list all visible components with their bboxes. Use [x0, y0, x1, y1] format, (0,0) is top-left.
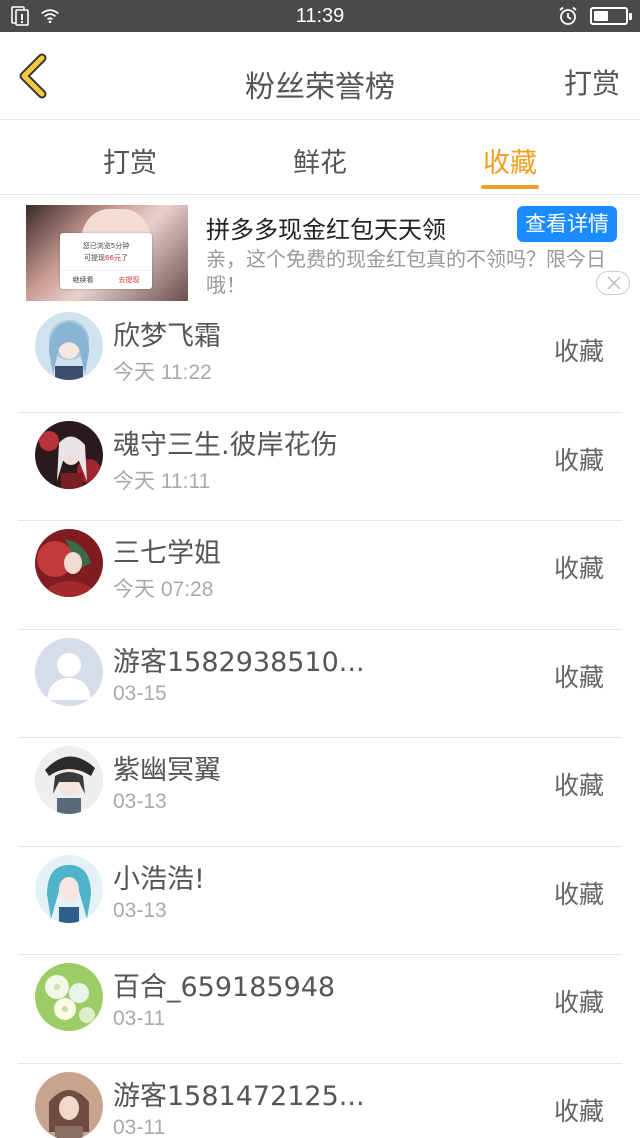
- fan-time: 今天 11:11: [113, 469, 211, 493]
- status-time: 11:39: [295, 5, 345, 27]
- tab-bar: 打赏 鲜花 收藏: [0, 121, 640, 195]
- page-title: 粉丝荣誉榜: [245, 70, 395, 105]
- ad-description: 亲，这个免费的现金红包真的不领吗？限今日哦！: [206, 247, 606, 297]
- avatar-lily-flower[interactable]: [35, 963, 103, 1031]
- header-bar: 粉丝荣誉榜 打赏: [0, 32, 640, 120]
- avatar-anime-dark[interactable]: [35, 746, 103, 814]
- alarm-clock-icon: [559, 6, 577, 25]
- close-icon: [607, 276, 621, 290]
- fan-action-label: 收藏: [553, 771, 604, 800]
- ad-image-withdraw: 去提现: [118, 276, 140, 284]
- fan-row[interactable]: 三七学姐 今天 07:28 收藏: [18, 521, 622, 630]
- fan-row[interactable]: 魂守三生.彼岸花伤 今天 11:11 收藏: [18, 413, 622, 521]
- ad-view-details-button[interactable]: 查看详情: [517, 206, 617, 242]
- ad-image-line1: 您已浏览5分钟: [82, 242, 130, 250]
- active-tab-indicator: [481, 185, 539, 189]
- avatar-anime-cyan[interactable]: [35, 854, 103, 923]
- fan-time: 03-11: [113, 1007, 166, 1030]
- ad-image[interactable]: 您已浏览5分钟 可提现66元了 继续看 去提现: [26, 205, 188, 301]
- fan-time: 今天 07:28: [113, 578, 214, 601]
- ad-headline[interactable]: 拼多多现金红包天天领: [206, 210, 446, 245]
- fan-action-label: 收藏: [553, 445, 604, 475]
- avatar-anime-crimson[interactable]: [35, 529, 103, 597]
- fan-name: 百合_659185948: [113, 972, 336, 1003]
- fan-time: 今天 11:22: [113, 361, 212, 384]
- fan-action-label: 收藏: [553, 554, 604, 583]
- fan-action-label: 收藏: [553, 337, 604, 366]
- ad-close-button[interactable]: [596, 271, 630, 295]
- ad-banner[interactable]: 您已浏览5分钟 可提现66元了 继续看 去提现 拼多多现金红包天天领 查看详情 …: [0, 200, 640, 304]
- avatar-anime-red[interactable]: [35, 420, 103, 489]
- fan-action-label: 收藏: [553, 662, 604, 692]
- tab-reward[interactable]: 打赏: [70, 141, 190, 180]
- fan-time: 03-11: [113, 1115, 166, 1138]
- fan-row[interactable]: 欣梦飞霜 今天 11:22 收藏: [18, 304, 622, 413]
- ad-image-buttons: 继续看 去提现: [60, 270, 152, 285]
- fan-time: 03-13: [113, 898, 167, 922]
- battery-icon: [590, 7, 632, 25]
- ad-image-dialog: 您已浏览5分钟 可提现66元了 继续看 去提现: [60, 233, 152, 289]
- avatar-anime-brown[interactable]: [35, 1071, 103, 1138]
- fan-action-label: 收藏: [553, 988, 604, 1017]
- ad-image-continue: 继续看: [72, 276, 94, 284]
- status-right-icons: [558, 6, 632, 26]
- fan-row[interactable]: 游客1582938510... 03-15 收藏: [18, 630, 622, 738]
- fan-row[interactable]: 小浩浩! 03-13 收藏: [18, 847, 622, 955]
- fan-time: 03-15: [113, 681, 167, 705]
- fan-name: 游客1581472125...: [113, 1080, 365, 1112]
- tab-favorites[interactable]: 收藏: [450, 141, 570, 180]
- fan-time: 03-13: [113, 790, 167, 813]
- fan-name: 紫幽冥翼: [113, 755, 221, 786]
- fan-name: 欣梦飞霜: [113, 321, 221, 352]
- reward-button[interactable]: 打赏: [564, 62, 620, 102]
- ad-image-line2: 可提现66元了: [84, 254, 128, 262]
- fan-name: 小浩浩!: [113, 863, 205, 895]
- fan-row[interactable]: 游客1581472125... 03-11 收藏: [18, 1064, 622, 1138]
- fan-action-label: 收藏: [553, 1096, 604, 1126]
- fan-row[interactable]: 百合_659185948 03-11 收藏: [18, 955, 622, 1064]
- fan-name: 魂守三生.彼岸花伤: [113, 429, 338, 461]
- avatar-anime-blue[interactable]: [35, 312, 103, 380]
- fan-list: 欣梦飞霜 今天 11:22 收藏 魂守三生.彼岸花伤 今天 11:11 收藏 三…: [0, 304, 640, 1138]
- status-bar: 11:39: [0, 0, 640, 32]
- fan-name: 三七学姐: [113, 538, 221, 569]
- fan-name: 游客1582938510...: [113, 646, 365, 678]
- fan-row[interactable]: 紫幽冥翼 03-13 收藏: [18, 738, 622, 847]
- avatar-default-user[interactable]: [35, 637, 103, 706]
- fan-action-label: 收藏: [553, 879, 604, 909]
- tab-flowers[interactable]: 鲜花: [260, 141, 380, 180]
